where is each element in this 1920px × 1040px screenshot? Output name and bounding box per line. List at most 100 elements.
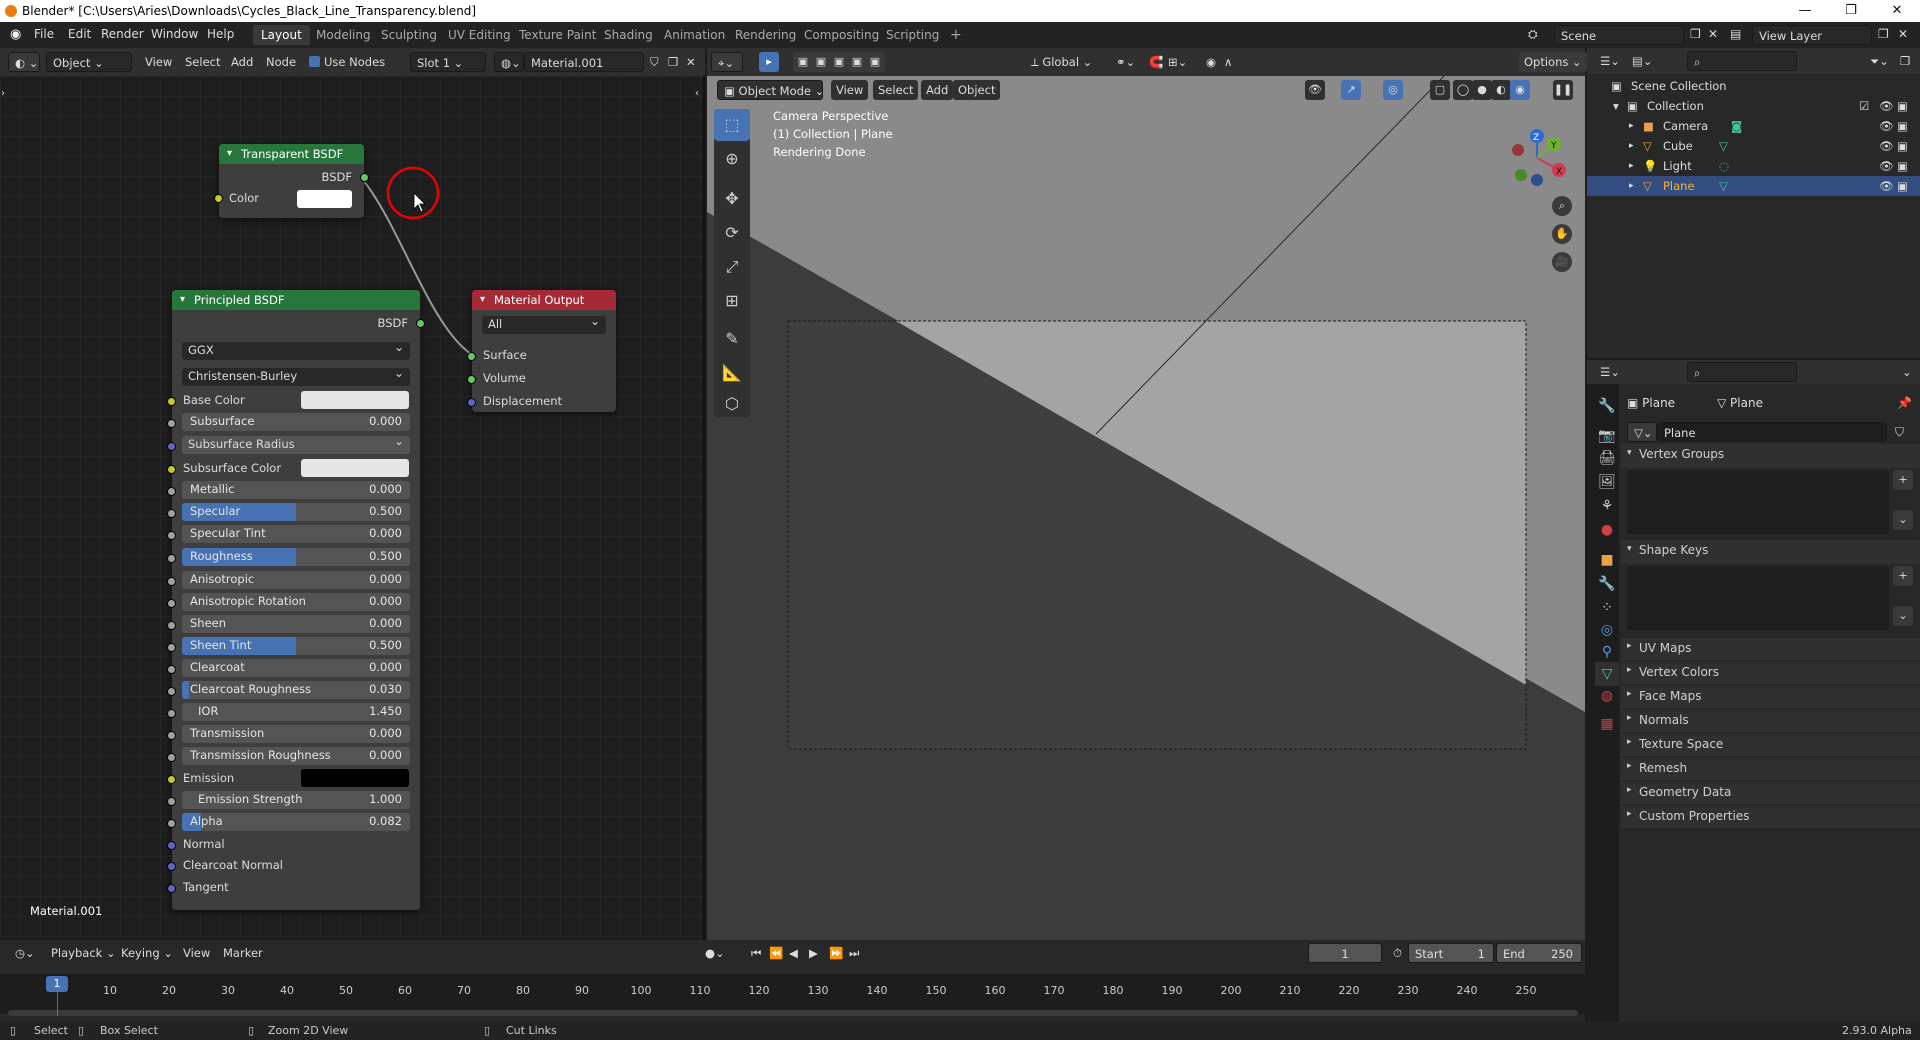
- properties-editor-type-icon[interactable]: ☰⌄: [1595, 362, 1625, 382]
- outliner-scene-collection[interactable]: ▣ Scene Collection: [1587, 76, 1920, 96]
- render-camera-icon[interactable]: ▣: [1897, 176, 1908, 196]
- pivot-point-icon[interactable]: ⚭⌄: [1111, 52, 1140, 72]
- transparent-color-socket[interactable]: [214, 194, 223, 203]
- mesh-name-field[interactable]: Plane: [1657, 422, 1887, 442]
- material-output-title[interactable]: Material Output: [472, 290, 616, 310]
- anisotropic-rotation-socket[interactable]: [167, 599, 176, 608]
- texture-tab-icon[interactable]: ▦: [1595, 712, 1619, 736]
- filter-icon[interactable]: ⏷⌄: [1865, 51, 1894, 71]
- render-tab-icon[interactable]: 📷: [1595, 424, 1619, 448]
- sheen-tint-slider[interactable]: Sheen Tint 0.500: [182, 637, 410, 655]
- nregion-toggle-icon[interactable]: ‹: [695, 88, 699, 99]
- transparent-bsdf-node[interactable]: Transparent BSDF BSDF Color: [214, 144, 369, 218]
- view-layer-new-icon[interactable]: ❐: [1878, 27, 1889, 41]
- snap-target-icon[interactable]: ⊞⌄: [1163, 52, 1192, 72]
- scene-selector[interactable]: Scene: [1554, 25, 1684, 45]
- xray-icon[interactable]: ▢: [1430, 80, 1450, 100]
- emission-socket[interactable]: [167, 775, 176, 784]
- normal-socket[interactable]: [167, 841, 176, 850]
- view-layer-tab-icon[interactable]: 🖼: [1595, 470, 1619, 494]
- playback-menu[interactable]: Playback ⌄: [46, 943, 121, 963]
- outliner-item-camera[interactable]: ▸ ■ Camera ◙ 👁 ▣: [1587, 116, 1920, 136]
- tab-scripting[interactable]: Scripting: [878, 25, 947, 45]
- transform-tool-icon[interactable]: ⊞: [714, 285, 750, 317]
- alpha-slider[interactable]: Alpha 0.082: [182, 813, 410, 831]
- tab-animation[interactable]: Animation: [656, 25, 733, 45]
- transmission-slider[interactable]: Transmission 0.000: [182, 725, 410, 743]
- roughness-slider[interactable]: Roughness 0.500: [182, 548, 410, 566]
- keying-menu[interactable]: Keying ⌄: [116, 943, 178, 963]
- shape-key-menu-icon[interactable]: ⌄: [1893, 606, 1913, 626]
- wireframe-shading-icon[interactable]: ◯: [1453, 80, 1473, 100]
- light-data-icon[interactable]: ◌: [1719, 156, 1729, 176]
- scene-remove-icon[interactable]: ✕: [1708, 27, 1718, 41]
- visibility-eye-icon[interactable]: 👁: [1879, 156, 1894, 176]
- menu-help[interactable]: Help: [207, 27, 234, 41]
- data-tab-icon[interactable]: ▽: [1595, 662, 1619, 686]
- tab-rendering[interactable]: Rendering: [727, 25, 804, 45]
- panel-texture-space-header[interactable]: ▸ Texture Space: [1621, 734, 1920, 756]
- material-name-field[interactable]: Material.001: [524, 52, 644, 72]
- play-reverse-icon[interactable]: ◀: [784, 943, 803, 963]
- properties-search-input[interactable]: ⌕: [1687, 362, 1797, 382]
- scene-icon[interactable]: ⛭: [1528, 27, 1538, 42]
- gizmo-neg-z-icon[interactable]: [1531, 174, 1543, 186]
- clearcoat-socket[interactable]: [167, 665, 176, 674]
- exclude-checkbox-icon[interactable]: ☑: [1859, 96, 1869, 116]
- preview-range-icon[interactable]: ⏱: [1388, 943, 1407, 963]
- mesh-browse-icon[interactable]: ▽⌄: [1627, 422, 1657, 442]
- cursor-tool-icon[interactable]: ⊕: [714, 143, 750, 175]
- tab-uv-editing[interactable]: UV Editing: [440, 25, 519, 45]
- expand-arrow-icon[interactable]: ▾: [1613, 96, 1619, 116]
- anisotropic-rotation-slider[interactable]: Anisotropic Rotation 0.000: [182, 593, 410, 611]
- add-shape-key-icon[interactable]: +: [1893, 566, 1913, 586]
- scene-tab-icon[interactable]: ⚘: [1595, 494, 1619, 518]
- select-new-icon[interactable]: ▣: [793, 52, 813, 72]
- mesh-data-icon[interactable]: ▽: [1719, 136, 1728, 156]
- metallic-socket[interactable]: [167, 487, 176, 496]
- add-cube-tool-icon[interactable]: ⬡: [714, 391, 750, 417]
- sheen-tint-socket[interactable]: [167, 643, 176, 652]
- view-layer-remove-icon[interactable]: ✕: [1898, 27, 1908, 41]
- transmission-roughness-slider[interactable]: Transmission Roughness 0.000: [182, 747, 410, 765]
- menu-select[interactable]: Select: [180, 52, 225, 72]
- menu-render[interactable]: Render: [101, 27, 144, 41]
- clearcoat-roughness-socket[interactable]: [167, 687, 176, 696]
- select-subtract-icon[interactable]: ▣: [829, 52, 849, 72]
- properties-options-icon[interactable]: ⌄: [1897, 362, 1917, 382]
- measure-tool-icon[interactable]: 📐: [714, 357, 750, 389]
- panel-shape-keys-header[interactable]: ▾ Shape Keys: [1621, 540, 1920, 564]
- base-color-swatch[interactable]: [301, 391, 409, 409]
- tab-texture-paint[interactable]: Texture Paint: [511, 25, 604, 45]
- mesh-data-icon[interactable]: ▽: [1719, 176, 1728, 196]
- jump-end-icon[interactable]: ⏭: [844, 943, 864, 963]
- select-extend-icon[interactable]: ▣: [811, 52, 831, 72]
- fake-user-shield-icon[interactable]: ⛉: [1895, 421, 1904, 443]
- sheen-slider[interactable]: Sheen 0.000: [182, 615, 410, 633]
- vertex-group-menu-icon[interactable]: ⌄: [1893, 510, 1913, 530]
- render-camera-icon[interactable]: ▣: [1897, 156, 1908, 176]
- scale-tool-icon[interactable]: ⤢: [714, 251, 750, 283]
- visibility-eye-icon[interactable]: 👁: [1879, 136, 1894, 156]
- roughness-socket[interactable]: [167, 554, 176, 563]
- visibility-eye-icon[interactable]: 👁: [1879, 116, 1894, 136]
- end-frame-field[interactable]: End 250: [1496, 943, 1582, 963]
- tab-compositing[interactable]: Compositing: [796, 25, 887, 45]
- tab-sculpting[interactable]: Sculpting: [373, 25, 445, 45]
- 3d-viewport[interactable]: ▣ Object Mode ⌄ View Select Add Object 👁…: [707, 76, 1585, 940]
- specular-tint-socket[interactable]: [167, 531, 176, 540]
- sidebar-toggle-icon[interactable]: ›: [1, 88, 5, 99]
- transmission-roughness-socket[interactable]: [167, 753, 176, 762]
- overlay-toggle-icon[interactable]: ◎: [1383, 80, 1403, 100]
- material-tab-icon[interactable]: ◍: [1595, 684, 1619, 708]
- playhead-frame-label[interactable]: 1: [46, 976, 68, 992]
- minimize-button[interactable]: —: [1782, 0, 1828, 22]
- gizmo-neg-y-icon[interactable]: [1515, 169, 1527, 181]
- render-camera-icon[interactable]: ▣: [1897, 136, 1908, 156]
- ior-field[interactable]: IOR 1.450: [182, 703, 410, 721]
- sheen-socket[interactable]: [167, 621, 176, 630]
- subsurface-radius-socket[interactable]: [167, 442, 176, 451]
- expand-arrow-icon[interactable]: ▸: [1629, 116, 1634, 136]
- marker-menu[interactable]: Marker: [218, 943, 268, 963]
- transmission-socket[interactable]: [167, 731, 176, 740]
